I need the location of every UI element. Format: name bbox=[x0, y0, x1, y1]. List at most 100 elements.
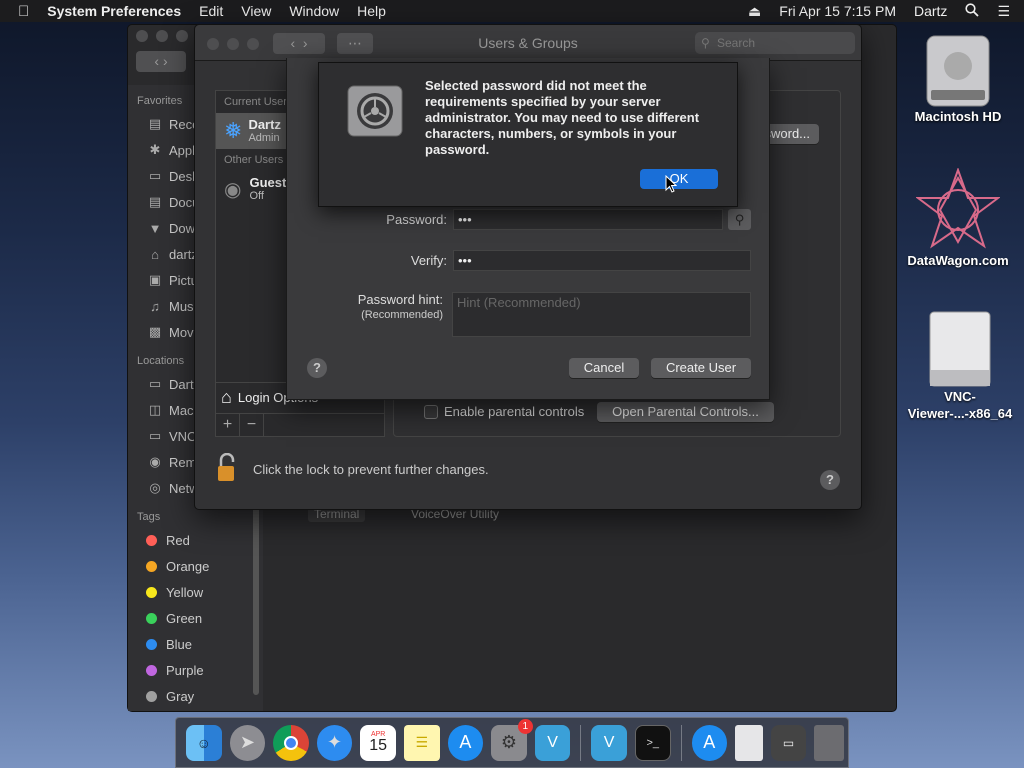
alert-message: Selected password did not meet the requi… bbox=[425, 78, 700, 157]
tag-yellow[interactable]: Yellow bbox=[128, 579, 263, 605]
home-icon: ⌂ bbox=[221, 387, 232, 407]
search-placeholder: Search bbox=[717, 36, 756, 50]
dock-trash-icon[interactable] bbox=[814, 724, 845, 761]
zoom-icon[interactable] bbox=[176, 30, 188, 42]
back-forward-buttons[interactable]: ‹ › bbox=[136, 51, 186, 72]
close-icon[interactable] bbox=[136, 30, 148, 42]
user-role: Admin bbox=[248, 131, 280, 144]
menu-view[interactable]: View bbox=[232, 3, 280, 19]
password-row: Password: ••• ⚲ bbox=[287, 209, 751, 230]
clock-icon: ▤ bbox=[148, 116, 162, 131]
dock-screen-sharing-icon[interactable]: ▭ bbox=[770, 724, 807, 761]
finder-traffic-lights bbox=[136, 29, 196, 47]
download-icon: ▼ bbox=[148, 220, 162, 236]
search-icon: ⚲ bbox=[701, 36, 710, 50]
desktop-icon-label: VNC- Viewer-...-x86_64 bbox=[907, 389, 1013, 421]
password-field[interactable]: ••• bbox=[453, 209, 723, 230]
open-parental-controls-button[interactable]: Open Parental Controls... bbox=[597, 402, 774, 422]
hint-field[interactable]: Hint (Recommended) bbox=[452, 292, 751, 337]
guest-avatar-icon: ◉ bbox=[224, 178, 242, 201]
camera-icon: ▣ bbox=[148, 272, 162, 287]
desktop-icon-label: Macintosh HD bbox=[914, 109, 1002, 124]
menu-help[interactable]: Help bbox=[348, 3, 395, 19]
tag-blue[interactable]: Blue bbox=[128, 631, 263, 657]
clock[interactable]: Fri Apr 15 7:15 PM bbox=[770, 3, 905, 19]
dock-vnc-viewer-2-icon[interactable]: V bbox=[591, 724, 627, 761]
parental-controls-label: Enable parental controls bbox=[444, 404, 585, 419]
tag-label: Purple bbox=[166, 662, 204, 678]
desktop-icon-macintosh-hd[interactable]: Macintosh HD bbox=[910, 32, 1006, 125]
tag-label: Gray bbox=[166, 688, 195, 704]
menu-bar:  System Preferences Edit View Window He… bbox=[0, 0, 1024, 22]
tag-purple[interactable]: Purple bbox=[128, 657, 263, 683]
add-user-button[interactable]: + bbox=[216, 414, 240, 436]
app-menu[interactable]: System Preferences bbox=[38, 3, 190, 19]
parental-controls-checkbox[interactable] bbox=[424, 404, 438, 419]
document-icon: ▤ bbox=[148, 194, 162, 209]
help-button[interactable]: ? bbox=[820, 470, 840, 490]
add-remove-controls: + − bbox=[215, 413, 385, 437]
minimize-icon[interactable] bbox=[156, 30, 168, 42]
tag-label: Blue bbox=[166, 636, 193, 652]
sidebar-item-label: Rem bbox=[169, 454, 197, 470]
tag-dot bbox=[146, 690, 157, 702]
dock-safari-icon[interactable]: ✦ bbox=[316, 724, 353, 761]
sidebar-item-label: Appl bbox=[169, 142, 196, 158]
eject-icon[interactable]: ⏏ bbox=[739, 3, 770, 20]
datawagon-logo-icon bbox=[915, 167, 1001, 252]
parental-controls-row: Enable parental controls bbox=[424, 404, 584, 419]
dock-vnc-viewer-icon[interactable]: V bbox=[534, 724, 571, 761]
film-icon: ▩ bbox=[148, 324, 162, 339]
apple-icon[interactable]:  bbox=[0, 3, 38, 20]
unlocked-padlock-icon[interactable] bbox=[215, 452, 239, 486]
ok-button[interactable]: OK bbox=[640, 169, 718, 189]
password-error-alert: Selected password did not meet the requi… bbox=[318, 62, 738, 207]
tag-green[interactable]: Green bbox=[128, 605, 263, 631]
tag-red[interactable]: Red bbox=[128, 527, 263, 553]
sidebar-item-label: Dow bbox=[169, 220, 196, 236]
sheet-help-button[interactable]: ? bbox=[307, 358, 327, 378]
spotlight-icon[interactable] bbox=[956, 2, 988, 20]
dock-notes-icon[interactable]: ☰ bbox=[403, 724, 440, 761]
tag-orange[interactable]: Orange bbox=[128, 553, 263, 579]
calendar-day: 15 bbox=[369, 737, 388, 754]
dock-chrome-icon[interactable] bbox=[273, 724, 309, 761]
tag-dot bbox=[146, 586, 157, 598]
tag-dot bbox=[146, 534, 157, 546]
applications-icon: ✱ bbox=[149, 142, 161, 157]
user-avatar-icon: ❅ bbox=[224, 118, 243, 143]
menu-edit[interactable]: Edit bbox=[190, 3, 232, 19]
dock-calendar-icon[interactable]: APR 15 bbox=[360, 724, 396, 761]
dock-document-icon[interactable] bbox=[735, 724, 763, 761]
dock-finder-icon[interactable]: ☺ bbox=[186, 724, 222, 761]
dock-launchpad-icon[interactable]: ➤ bbox=[229, 724, 266, 761]
tag-gray[interactable]: Gray bbox=[128, 683, 263, 709]
dock-terminal-icon[interactable]: >_ bbox=[634, 724, 671, 761]
notification-badge: 1 bbox=[517, 718, 533, 734]
menu-window[interactable]: Window bbox=[280, 3, 348, 19]
password-assistant-key-icon[interactable]: ⚲ bbox=[728, 209, 751, 230]
dock: ☺ ➤ ✦ APR 15 ☰ A ⚙ 1 V V >_ A ▭ bbox=[175, 717, 849, 768]
search-field[interactable]: ⚲ Search bbox=[695, 32, 855, 54]
verify-label: Verify: bbox=[410, 253, 447, 268]
sidebar-item-label: VNC bbox=[169, 428, 197, 444]
dock-app-store-icon[interactable]: A bbox=[447, 724, 484, 761]
sidebar-item-label: Musi bbox=[169, 298, 197, 314]
dock-separator bbox=[680, 724, 682, 761]
user-menu[interactable]: Dartz bbox=[905, 3, 956, 19]
dock-downloads-icon[interactable]: A bbox=[691, 724, 728, 761]
notification-center-icon[interactable]: ☰ bbox=[988, 3, 1024, 20]
disk-icon: ◫ bbox=[148, 402, 162, 417]
dock-system-preferences-icon[interactable]: ⚙ 1 bbox=[491, 718, 533, 761]
cancel-button[interactable]: Cancel bbox=[569, 358, 639, 378]
remove-user-button[interactable]: − bbox=[240, 414, 264, 436]
home-icon: ⌂ bbox=[151, 246, 159, 262]
verify-field[interactable]: ••• bbox=[453, 250, 751, 271]
desktop-icon-vnc-viewer[interactable]: VNC- Viewer-...-x86_64 bbox=[900, 310, 1020, 422]
desktop-icon: ▭ bbox=[148, 168, 162, 183]
desktop-icon-datawagon[interactable]: DataWagon.com bbox=[906, 167, 1010, 269]
tag-dot bbox=[146, 664, 157, 676]
tags-heading: Tags bbox=[137, 511, 161, 523]
desktop-icon-label: DataWagon.com bbox=[907, 253, 1009, 268]
create-user-button[interactable]: Create User bbox=[651, 358, 751, 378]
